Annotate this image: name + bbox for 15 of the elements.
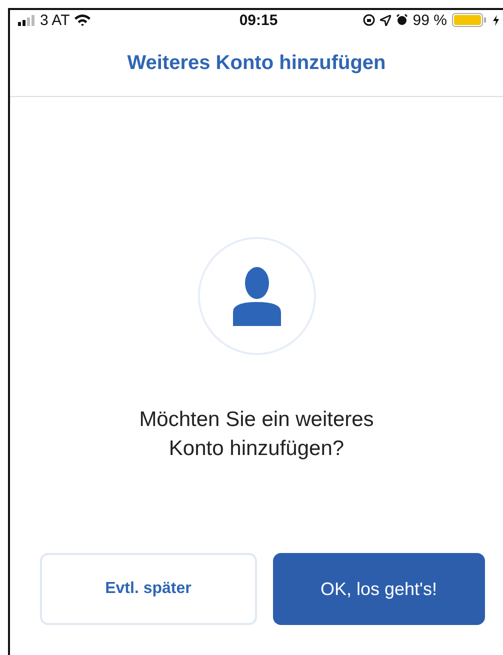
location-icon <box>380 14 391 26</box>
later-button[interactable]: Evtl. später <box>40 553 256 625</box>
person-icon <box>232 266 282 326</box>
alarm-icon <box>396 14 408 26</box>
carrier-name: 3 AT <box>40 12 70 28</box>
confirm-button[interactable]: OK, los geht's! <box>272 553 485 625</box>
wifi-icon <box>74 14 91 26</box>
signal-icon <box>18 14 36 26</box>
clock-time: 09:15 <box>239 12 278 28</box>
rotation-lock-icon <box>362 14 375 26</box>
charging-icon <box>493 14 499 26</box>
page-title: Weiteres Konto hinzufügen <box>127 52 386 74</box>
battery-icon <box>452 13 488 27</box>
question-text: Möchten Sie ein weiteres Konto hinzufügen? <box>139 407 374 462</box>
battery-percentage: 99 % <box>412 12 447 28</box>
